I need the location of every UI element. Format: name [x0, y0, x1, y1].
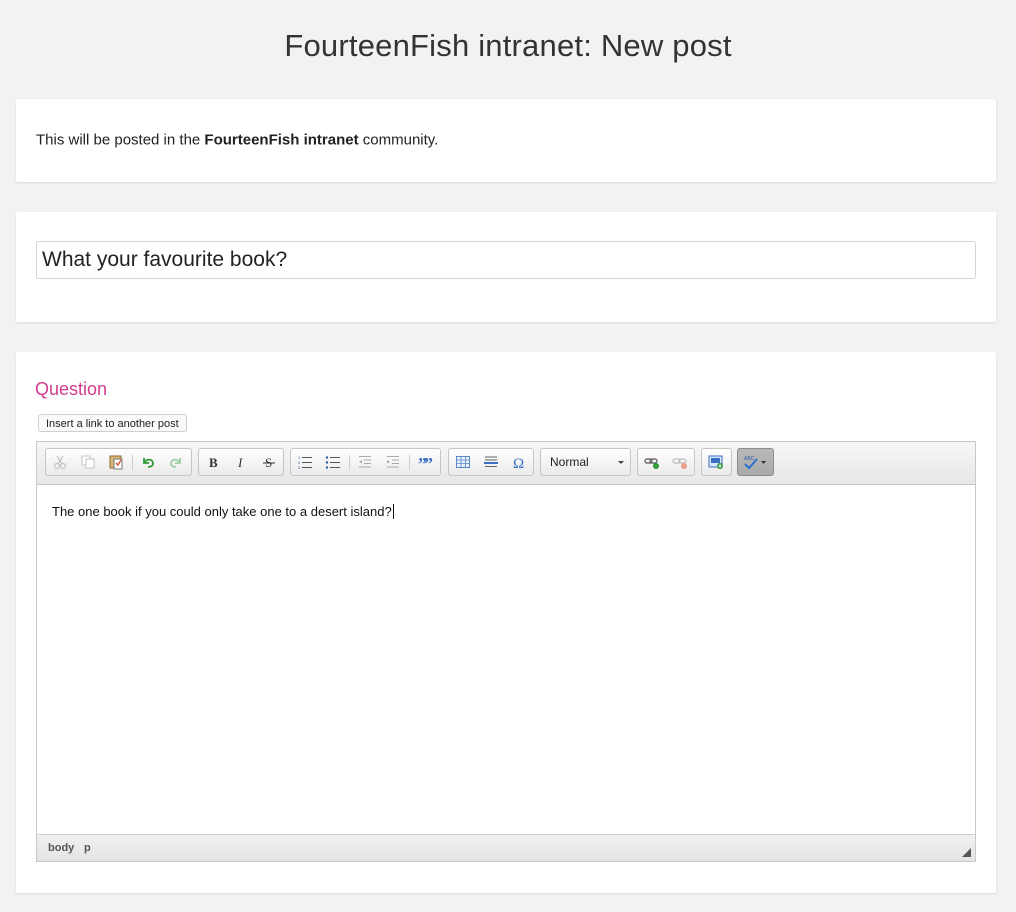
svg-text:”: ” — [424, 454, 433, 470]
image-icon[interactable] — [705, 452, 727, 472]
question-heading: Question — [35, 379, 108, 399]
svg-text:Ω: Ω — [513, 456, 524, 470]
post-title-card — [16, 212, 996, 322]
copy-icon[interactable] — [77, 452, 99, 472]
increase-indent-icon[interactable] — [382, 452, 404, 472]
community-info-card: This will be posted in the FourteenFish … — [16, 99, 996, 182]
editor-body-text: The one book if you could only take one … — [52, 504, 392, 519]
blockquote-icon[interactable]: ”” — [414, 452, 436, 472]
unlink-icon[interactable] — [669, 452, 691, 472]
link-group — [637, 448, 695, 476]
bulleted-list-icon[interactable] — [322, 452, 344, 472]
editor-toolbar: B I S 123 — [37, 442, 975, 485]
horizontal-rule-icon[interactable] — [480, 452, 502, 472]
strikethrough-icon[interactable]: S — [258, 452, 280, 472]
chevron-down-icon — [618, 461, 624, 464]
paste-icon[interactable] — [105, 452, 127, 472]
table-icon[interactable] — [452, 452, 474, 472]
page-title: FourteenFish intranet: New post — [284, 28, 732, 63]
clipboard-group — [45, 448, 192, 476]
svg-text:I: I — [237, 455, 243, 470]
svg-text:ABC: ABC — [744, 456, 755, 462]
element-path-body[interactable]: body — [48, 842, 74, 854]
image-group — [701, 448, 732, 476]
editor-status-bar: body p — [37, 834, 975, 861]
text-style-group: B I S — [198, 448, 284, 476]
editor-content[interactable]: The one book if you could only take one … — [52, 504, 960, 519]
redo-icon[interactable] — [165, 452, 187, 472]
spellcheck-group: ABC — [737, 448, 774, 476]
undo-icon[interactable] — [137, 452, 159, 472]
link-icon[interactable] — [641, 452, 663, 472]
resize-handle-icon[interactable] — [962, 848, 971, 857]
insert-group: Ω — [448, 448, 534, 476]
insert-link-button[interactable]: Insert a link to another post — [38, 414, 187, 432]
svg-text:B: B — [209, 455, 218, 470]
special-character-icon[interactable]: Ω — [508, 452, 530, 472]
paragraph-group: 123 ”” — [290, 448, 441, 476]
rich-text-editor: B I S 123 — [36, 441, 976, 862]
format-select[interactable]: Normal — [540, 448, 631, 476]
community-info-text: This will be posted in the FourteenFish … — [36, 131, 439, 149]
decrease-indent-icon[interactable] — [354, 452, 376, 472]
text-cursor — [392, 504, 394, 519]
format-select-value: Normal — [550, 455, 589, 469]
community-name: FourteenFish intranet — [204, 131, 359, 149]
cut-icon[interactable] — [49, 452, 71, 472]
bold-icon[interactable]: B — [202, 452, 224, 472]
italic-icon[interactable]: I — [230, 452, 252, 472]
post-title-input[interactable] — [36, 241, 976, 279]
spellcheck-icon[interactable]: ABC — [741, 452, 769, 472]
svg-text:3: 3 — [298, 465, 301, 470]
question-card: Question Insert a link to another post B… — [16, 352, 996, 893]
numbered-list-icon[interactable]: 123 — [294, 452, 316, 472]
element-path-p[interactable]: p — [84, 842, 91, 854]
